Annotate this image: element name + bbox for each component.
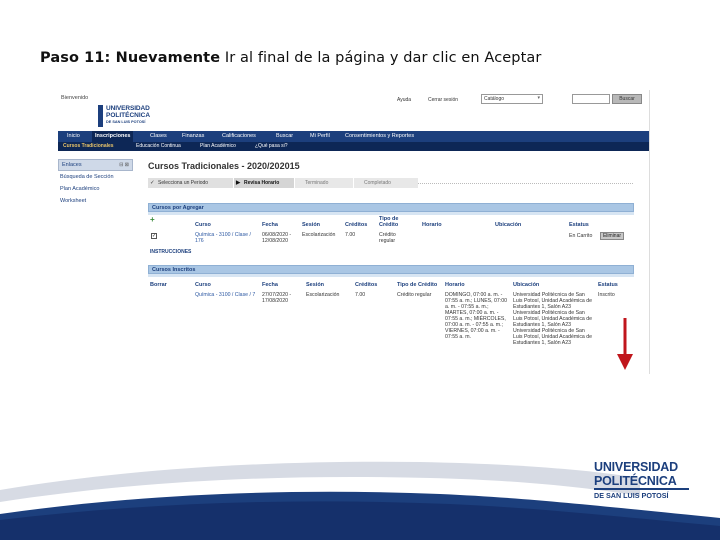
- wizard-step-4-label: Completado: [364, 180, 391, 186]
- search-button[interactable]: Buscar: [612, 94, 642, 104]
- logo-line1: UNIVERSIDAD: [106, 105, 150, 112]
- enrolled-courses-panel: Cursos Inscritos Borrar Curso Fecha Sesi…: [148, 265, 634, 374]
- courses-to-add-panel: Cursos por Agregar + Curso Fecha Sesión …: [148, 203, 634, 255]
- search-input[interactable]: [572, 94, 610, 104]
- col-estatus: Estatus: [569, 222, 589, 228]
- wizard-step-1-label: Selecciona un Periodo: [158, 180, 209, 186]
- slide-title-rest: Ir al final de la página y dar clic en A…: [220, 50, 542, 66]
- logo-divider: [594, 488, 689, 490]
- logo-line2: POLITÉCNICA: [106, 112, 151, 119]
- add-row-course[interactable]: Química - 3100 / Clase / 176: [195, 232, 261, 244]
- instructions-label: INSTRUCCIONES: [150, 249, 192, 255]
- app-screenshot: Bienvenido UNIVERSIDAD POLITÉCNICA DE SA…: [58, 90, 650, 374]
- sidebar-item-worksheet[interactable]: Worksheet: [58, 195, 133, 207]
- col-tipo-credito-2: Tipo de Crédito: [397, 282, 438, 288]
- welcome-text: Bienvenido: [61, 95, 89, 101]
- enrolled-row-credits: 7.00: [355, 292, 366, 298]
- catalog-select[interactable]: Catálogo ▾: [481, 94, 543, 104]
- add-row-credits: 7.00: [345, 232, 356, 238]
- col-curso: Curso: [195, 222, 211, 228]
- remove-button[interactable]: Eliminar: [600, 232, 624, 240]
- col-horario-2: Horario: [445, 282, 465, 288]
- wizard-step-3: Terminado: [295, 178, 353, 188]
- chevron-down-icon: ▾: [537, 95, 540, 101]
- sidebar-title: Enlaces: [62, 162, 82, 168]
- app-logo: UNIVERSIDAD POLITÉCNICA DE SAN LUIS POTO…: [98, 102, 158, 130]
- add-row-credit-type: Crédito regular: [379, 232, 396, 244]
- panel-tools-icon[interactable]: ⊟ ⊠: [119, 162, 129, 168]
- tab-inscripciones[interactable]: Inscripciones: [92, 131, 134, 142]
- main-nav: Inicio Inscripciones Clases Finanzas Cal…: [58, 131, 649, 142]
- col-fecha-2: Fecha: [262, 282, 278, 288]
- university-logo-line1: UNIVERSIDAD: [594, 460, 678, 474]
- wizard-step-2: ▶ Revisa Horario: [234, 178, 294, 188]
- col-fecha: Fecha: [262, 222, 278, 228]
- enrolled-row-credit-type: Crédito regular: [397, 292, 432, 298]
- col-creditos: Créditos: [345, 222, 368, 228]
- university-logo-line3: DE SAN LUIS POTOSÍ: [594, 491, 669, 500]
- sub-nav: Cursos Tradicionales Educación Continua …: [58, 142, 649, 151]
- divider: [418, 183, 633, 184]
- add-row-session: Escolarización: [302, 232, 336, 238]
- logo-mark-icon: [98, 105, 103, 127]
- wizard-step-3-label: Terminado: [305, 180, 329, 186]
- row-checkbox[interactable]: ✓: [151, 233, 157, 239]
- subtab-plan-academico[interactable]: Plan Académico: [198, 142, 238, 151]
- play-icon: ▶: [236, 180, 241, 186]
- logo-line3: DE SAN LUIS POTOSÍ: [106, 120, 146, 124]
- add-row-date: 06/08/2020 - 12/08/2020: [262, 232, 292, 244]
- check-icon: ✓: [150, 180, 155, 186]
- slide-title-bold: Paso 11: Nuevamente: [40, 50, 221, 66]
- add-row-status: En Carrito: [569, 233, 593, 239]
- sidebar-item-plan-academico[interactable]: Plan Académico: [58, 183, 133, 195]
- tab-buscar[interactable]: Buscar: [273, 131, 296, 142]
- tab-inicio[interactable]: Inicio: [64, 131, 83, 142]
- subtab-que-pasa-si[interactable]: ¿Qué pasa si?: [253, 142, 290, 151]
- help-link[interactable]: Ayuda: [397, 97, 411, 103]
- subtab-educacion-continua[interactable]: Educación Continua: [134, 142, 183, 151]
- col-creditos-2: Créditos: [355, 282, 378, 288]
- tab-calificaciones[interactable]: Calificaciones: [219, 131, 259, 142]
- page-title: Cursos Tradicionales - 2020/202015: [148, 161, 300, 171]
- col-ubicacion-2: Ubicación: [513, 282, 540, 288]
- col-tipo-credito: Tipo de Crédito: [379, 216, 399, 228]
- tab-mi-perfil[interactable]: Mi Perfil: [307, 131, 333, 142]
- col-estatus-2: Estatus: [598, 282, 618, 288]
- enrolled-row-course[interactable]: Química - 3100 / Clase / 7: [195, 292, 259, 298]
- tab-consentimientos[interactable]: Consentimientos y Reportes: [342, 131, 417, 142]
- logout-link[interactable]: Cerrar sesión: [428, 97, 458, 103]
- enrolled-row-status: Inscrito: [598, 292, 615, 298]
- col-sesion-2: Sesión: [306, 282, 325, 288]
- arrow-down-icon: [617, 318, 633, 370]
- enrolled-courses-title: Cursos Inscritos: [148, 265, 634, 274]
- university-logo: UNIVERSIDAD POLITÉCNICA DE SAN LUIS POTO…: [590, 460, 690, 508]
- university-logo-line2: POLITÉCNICA: [594, 474, 677, 488]
- tab-clases[interactable]: Clases: [147, 131, 170, 142]
- add-icon[interactable]: +: [150, 215, 155, 224]
- col-sesion: Sesión: [302, 222, 321, 228]
- wizard-step-4: Completado: [354, 178, 418, 188]
- sidebar-header: Enlaces ⊟ ⊠: [58, 159, 133, 171]
- enrolled-row-location: Universidad Politécnica de San Luis Poto…: [513, 292, 593, 346]
- courses-to-add-title: Cursos por Agregar: [148, 203, 634, 212]
- enrolled-row-session: Escolarización: [306, 292, 340, 298]
- col-borrar: Borrar: [150, 282, 167, 288]
- progress-wizard: ✓ Selecciona un Periodo ▶ Revisa Horario T…: [148, 178, 418, 188]
- col-curso-2: Curso: [195, 282, 211, 288]
- sidebar-item-busqueda-seccion[interactable]: Búsqueda de Sección: [58, 171, 133, 183]
- tab-finanzas[interactable]: Finanzas: [179, 131, 207, 142]
- wizard-step-1: ✓ Selecciona un Periodo: [148, 178, 233, 188]
- enrolled-row-schedule: DOMINGO, 07:00 a. m. - 07:55 a. m.; LUNE…: [445, 292, 507, 340]
- enrolled-row-date: 27/07/2020 - 17/08/2020: [262, 292, 292, 304]
- catalog-select-value: Catálogo: [484, 96, 505, 102]
- col-ubicacion: Ubicación: [495, 222, 522, 228]
- col-horario: Horario: [422, 222, 442, 228]
- slide-title: Paso 11: Nuevamente Ir al final de la pá…: [40, 50, 541, 66]
- wizard-step-2-label: Revisa Horario: [244, 180, 280, 186]
- sidebar: Enlaces ⊟ ⊠ Búsqueda de Sección Plan Aca…: [58, 159, 133, 374]
- subtab-cursos-tradicionales[interactable]: Cursos Tradicionales: [61, 142, 116, 151]
